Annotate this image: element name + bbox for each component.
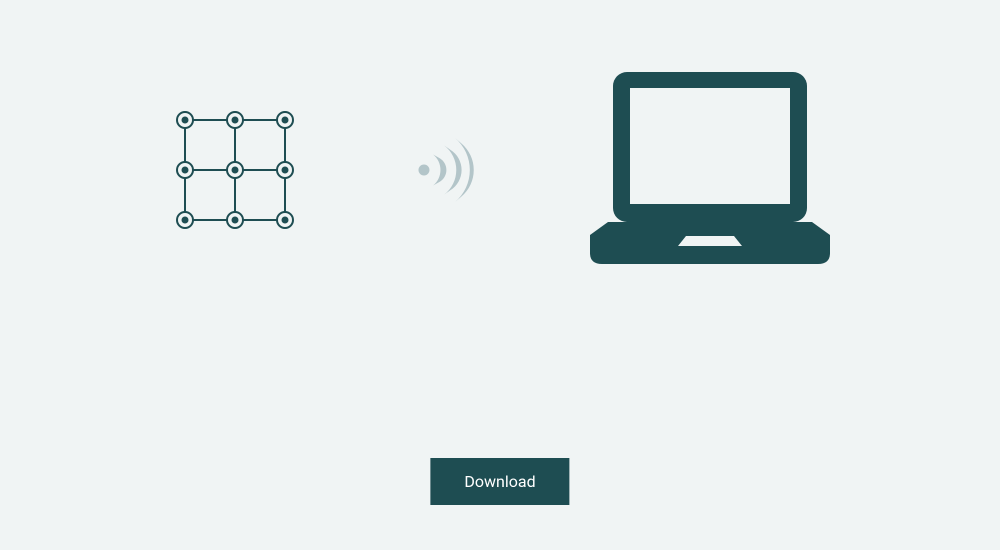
grid-network-icon — [170, 105, 300, 235]
illustration-row — [0, 70, 1000, 270]
wifi-signal-icon — [410, 135, 480, 205]
laptop-icon — [590, 70, 830, 270]
download-button[interactable]: Download — [430, 458, 569, 505]
